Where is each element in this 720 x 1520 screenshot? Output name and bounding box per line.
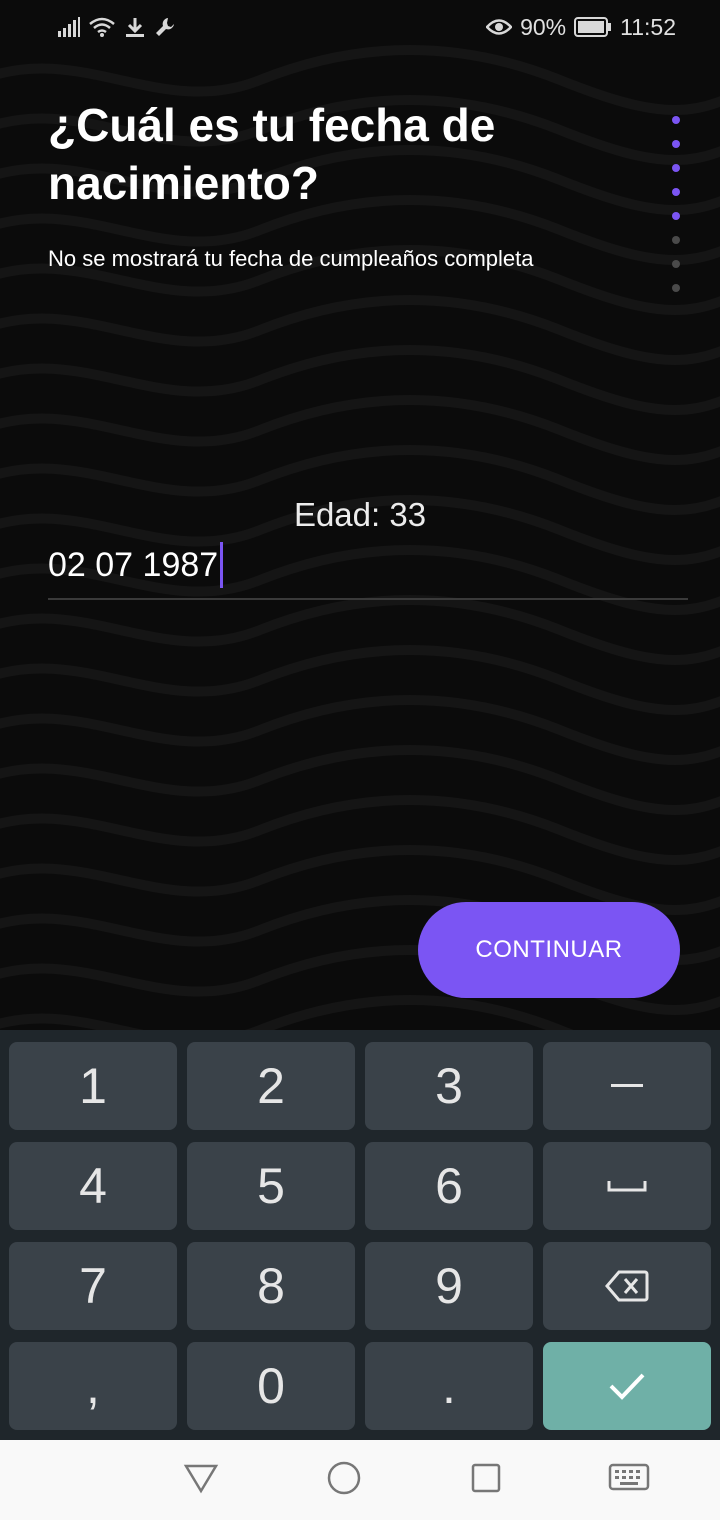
key-1[interactable]: 1	[9, 1042, 177, 1130]
battery-percent: 90%	[520, 13, 567, 40]
key-3[interactable]: 3	[365, 1042, 533, 1130]
keyboard-icon	[608, 1463, 650, 1498]
eye-icon	[486, 18, 513, 36]
status-bar: 90% 11:52	[0, 0, 720, 54]
progress-dot	[672, 284, 680, 292]
status-right: 90% 11:52	[486, 14, 676, 41]
home-button[interactable]	[314, 1450, 374, 1510]
clock: 11:52	[620, 13, 676, 40]
check-icon	[607, 1370, 647, 1402]
birthdate-value: 02 07 1987	[48, 545, 219, 584]
page-title: ¿Cuál es tu fecha de nacimiento?	[48, 99, 496, 209]
numeric-keyboard: 1 2 3 4 5 6 7 8 9 , 0 .	[0, 1030, 720, 1440]
progress-dot	[672, 164, 680, 172]
key-0[interactable]: 0	[187, 1342, 355, 1430]
space-icon	[607, 1179, 647, 1193]
key-space[interactable]	[543, 1142, 711, 1230]
back-triangle-icon	[183, 1462, 219, 1499]
page-subtitle: No se mostrará tu fecha de cumpleaños co…	[48, 246, 534, 271]
birthdate-input[interactable]: 02 07 1987	[48, 538, 688, 600]
back-button[interactable]	[171, 1450, 231, 1510]
signal-icon	[58, 17, 80, 37]
key-4[interactable]: 4	[9, 1142, 177, 1230]
key-backspace[interactable]	[543, 1242, 711, 1330]
recents-button[interactable]	[456, 1450, 516, 1510]
text-caret	[220, 542, 224, 588]
key-2[interactable]: 2	[187, 1042, 355, 1130]
wrench-icon	[154, 16, 176, 38]
key-comma[interactable]: ,	[9, 1342, 177, 1430]
key-8[interactable]: 8	[187, 1242, 355, 1330]
status-left	[58, 16, 176, 38]
age-text: Edad: 33	[293, 496, 427, 533]
age-label: Edad: 33	[0, 496, 720, 534]
key-dash[interactable]	[543, 1042, 711, 1130]
continue-button[interactable]: CONTINUAR	[418, 902, 680, 998]
key-7[interactable]: 7	[9, 1242, 177, 1330]
key-enter[interactable]	[543, 1342, 711, 1430]
battery-icon	[574, 17, 612, 37]
progress-dots	[672, 116, 682, 292]
home-circle-icon	[326, 1460, 362, 1501]
progress-dot	[672, 260, 680, 268]
progress-dot	[672, 116, 680, 124]
keyboard-toggle-button[interactable]	[599, 1450, 659, 1510]
progress-dot	[672, 236, 680, 244]
download-icon	[124, 16, 146, 38]
progress-dot	[672, 188, 680, 196]
backspace-icon	[605, 1270, 649, 1302]
progress-dot	[672, 212, 680, 220]
key-period[interactable]: .	[365, 1342, 533, 1430]
key-6[interactable]: 6	[365, 1142, 533, 1230]
progress-dot	[672, 140, 680, 148]
wifi-icon	[88, 16, 116, 38]
key-9[interactable]: 9	[365, 1242, 533, 1330]
navigation-bar	[0, 1440, 720, 1520]
key-5[interactable]: 5	[187, 1142, 355, 1230]
dash-icon	[611, 1083, 643, 1089]
recents-square-icon	[470, 1462, 502, 1499]
